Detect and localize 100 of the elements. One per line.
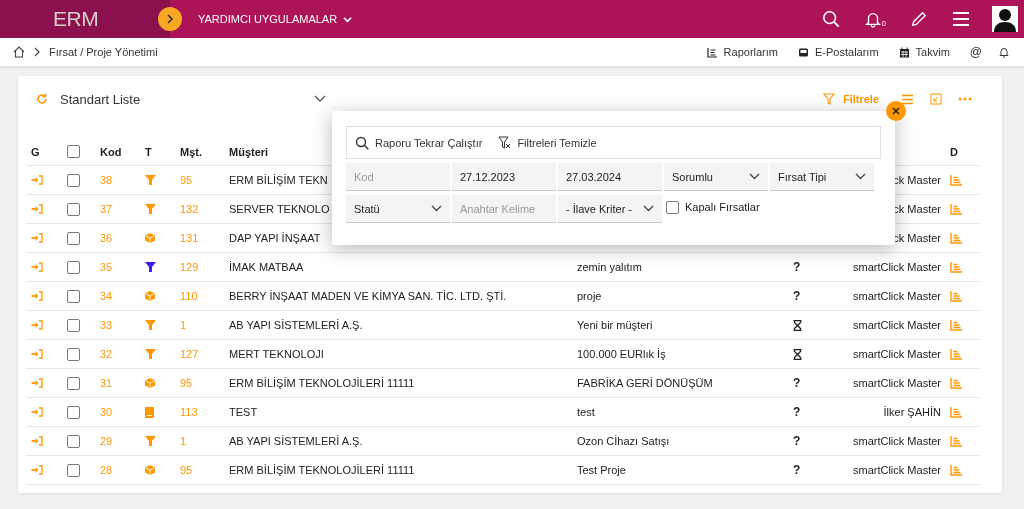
bell-icon[interactable]	[863, 10, 882, 28]
row-checkbox[interactable]	[67, 434, 80, 448]
mention-link[interactable]: @	[969, 45, 982, 59]
dropdown[interactable]: Statü	[346, 195, 450, 223]
input-field[interactable]: 27.12.2023	[452, 163, 556, 191]
dropdown[interactable]: Fırsat Tipi	[770, 163, 874, 191]
rerun-button[interactable]: Raporu Tekrar Çalıştır	[355, 135, 483, 150]
owner-name: smartClick Master	[853, 348, 941, 360]
row-checkbox[interactable]	[67, 405, 80, 419]
customer-name: TEST	[229, 406, 258, 418]
avatar-icon[interactable]	[992, 6, 1018, 32]
row-checkbox[interactable]	[67, 202, 80, 216]
more-icon[interactable]	[958, 97, 972, 101]
column-header[interactable]: Kod	[95, 145, 140, 158]
sign-in-icon[interactable]	[31, 262, 43, 272]
owner-name: smartClick Master	[853, 435, 941, 447]
report-icon[interactable]	[950, 232, 962, 244]
select-all-checkbox[interactable]	[67, 145, 80, 158]
sign-in-icon[interactable]	[31, 175, 43, 185]
nav-link[interactable]: Raporlarım	[706, 46, 778, 58]
pencil-icon[interactable]	[910, 10, 928, 28]
customer-number: 1	[179, 435, 188, 447]
refresh-icon[interactable]	[36, 93, 48, 105]
sign-in-icon[interactable]	[31, 465, 43, 475]
status-text: ?	[793, 289, 801, 303]
column-header[interactable]: Mşt.	[175, 145, 224, 158]
sign-in-icon[interactable]	[31, 320, 43, 330]
report-icon[interactable]	[950, 348, 962, 360]
nav-link[interactable]: E-Postalarım	[798, 46, 879, 58]
search-icon[interactable]	[821, 10, 840, 28]
customer-number: 129	[179, 261, 200, 273]
calendar-icon	[898, 46, 910, 58]
report-icon[interactable]	[950, 290, 962, 302]
report-icon[interactable]	[950, 261, 962, 273]
customer-number: 110	[179, 290, 199, 302]
checkbox[interactable]	[666, 200, 679, 214]
customer-name: ERM BİLİŞİM TEKN	[229, 174, 328, 186]
apps-menu[interactable]: YARDIMCI UYGULAMALAR	[198, 13, 353, 25]
close-button[interactable]	[886, 101, 906, 121]
row-checkbox[interactable]	[67, 260, 80, 274]
sign-in-icon[interactable]	[31, 436, 43, 446]
chevron-right-icon	[165, 14, 175, 24]
input-field[interactable]: 27.03.2024	[558, 163, 662, 191]
sign-in-icon[interactable]	[31, 291, 43, 301]
chevron-down-icon[interactable]	[314, 95, 327, 103]
column-header[interactable]: T	[140, 145, 175, 158]
sign-in-icon[interactable]	[31, 349, 43, 359]
owner-name: smartClick Master	[853, 261, 941, 273]
report-icon[interactable]	[950, 406, 962, 418]
sign-in-icon[interactable]	[31, 407, 43, 417]
report-icon[interactable]	[950, 435, 962, 447]
home-icon[interactable]	[13, 46, 25, 58]
input-field[interactable]: Anahtar Kelime	[452, 195, 556, 223]
owner-name: smartClick Master	[853, 377, 941, 389]
row-checkbox[interactable]	[67, 318, 80, 332]
report-icon[interactable]	[950, 203, 962, 215]
row-checkbox[interactable]	[67, 231, 80, 245]
logo[interactable]: ERM	[53, 7, 99, 31]
report-icon[interactable]	[950, 377, 962, 389]
expand-icon[interactable]	[930, 93, 942, 105]
subject-text: zemin yalıtım	[577, 261, 642, 273]
owner-name: smartClick Master	[853, 319, 941, 331]
dropdown[interactable]: Sorumlu	[664, 163, 768, 191]
customer-name: İMAK MATBAA	[229, 261, 304, 273]
menu-icon[interactable]	[952, 11, 970, 27]
filter-clear-icon	[498, 136, 512, 149]
row-checkbox[interactable]	[67, 376, 80, 390]
sign-in-icon[interactable]	[31, 204, 43, 214]
input-field[interactable]: Kod	[346, 163, 450, 191]
customer-name: ERM BİLİŞİM TEKNOLOJİLERİ 11111	[229, 377, 415, 389]
chevron-down-icon	[431, 205, 442, 212]
customer-number: 113	[179, 406, 199, 418]
chevron-down-icon	[855, 173, 866, 180]
customer-name: BERRY İNŞAAT MADEN VE KİMYA SAN. TİC. LTD. ŞTİ.	[229, 290, 507, 302]
bell-icon[interactable]	[998, 46, 1010, 58]
customer-name: DAP YAPI İNŞAAT	[229, 232, 321, 244]
row-checkbox[interactable]	[67, 289, 80, 303]
report-icon	[706, 46, 718, 58]
nav-link[interactable]: Takvim	[898, 46, 950, 58]
customer-number: 131	[179, 232, 200, 244]
subject-text: test	[577, 406, 595, 418]
expand-button[interactable]	[158, 7, 182, 31]
customer-number: 127	[179, 348, 200, 360]
chevron-icon	[33, 47, 41, 57]
status-text: ?	[793, 405, 801, 419]
report-icon[interactable]	[950, 174, 962, 186]
row-checkbox[interactable]	[67, 463, 80, 477]
sign-in-icon[interactable]	[31, 233, 43, 243]
column-header[interactable]: D	[945, 145, 980, 158]
dropdown[interactable]: - İlave Kriter -	[558, 195, 662, 223]
status-text: ?	[793, 376, 801, 390]
report-icon[interactable]	[950, 464, 962, 476]
row-checkbox[interactable]	[67, 347, 80, 361]
sign-in-icon[interactable]	[31, 378, 43, 388]
row-checkbox[interactable]	[67, 173, 80, 187]
clear-filters-button[interactable]: Filtreleri Temizle	[498, 136, 597, 149]
report-icon[interactable]	[950, 319, 962, 331]
subject-text: Ozon Cİhazı Satışı	[577, 435, 670, 447]
checkbox-label[interactable]: Kapalı Fırsatlar	[685, 201, 760, 213]
chevron-down-icon	[343, 14, 353, 24]
